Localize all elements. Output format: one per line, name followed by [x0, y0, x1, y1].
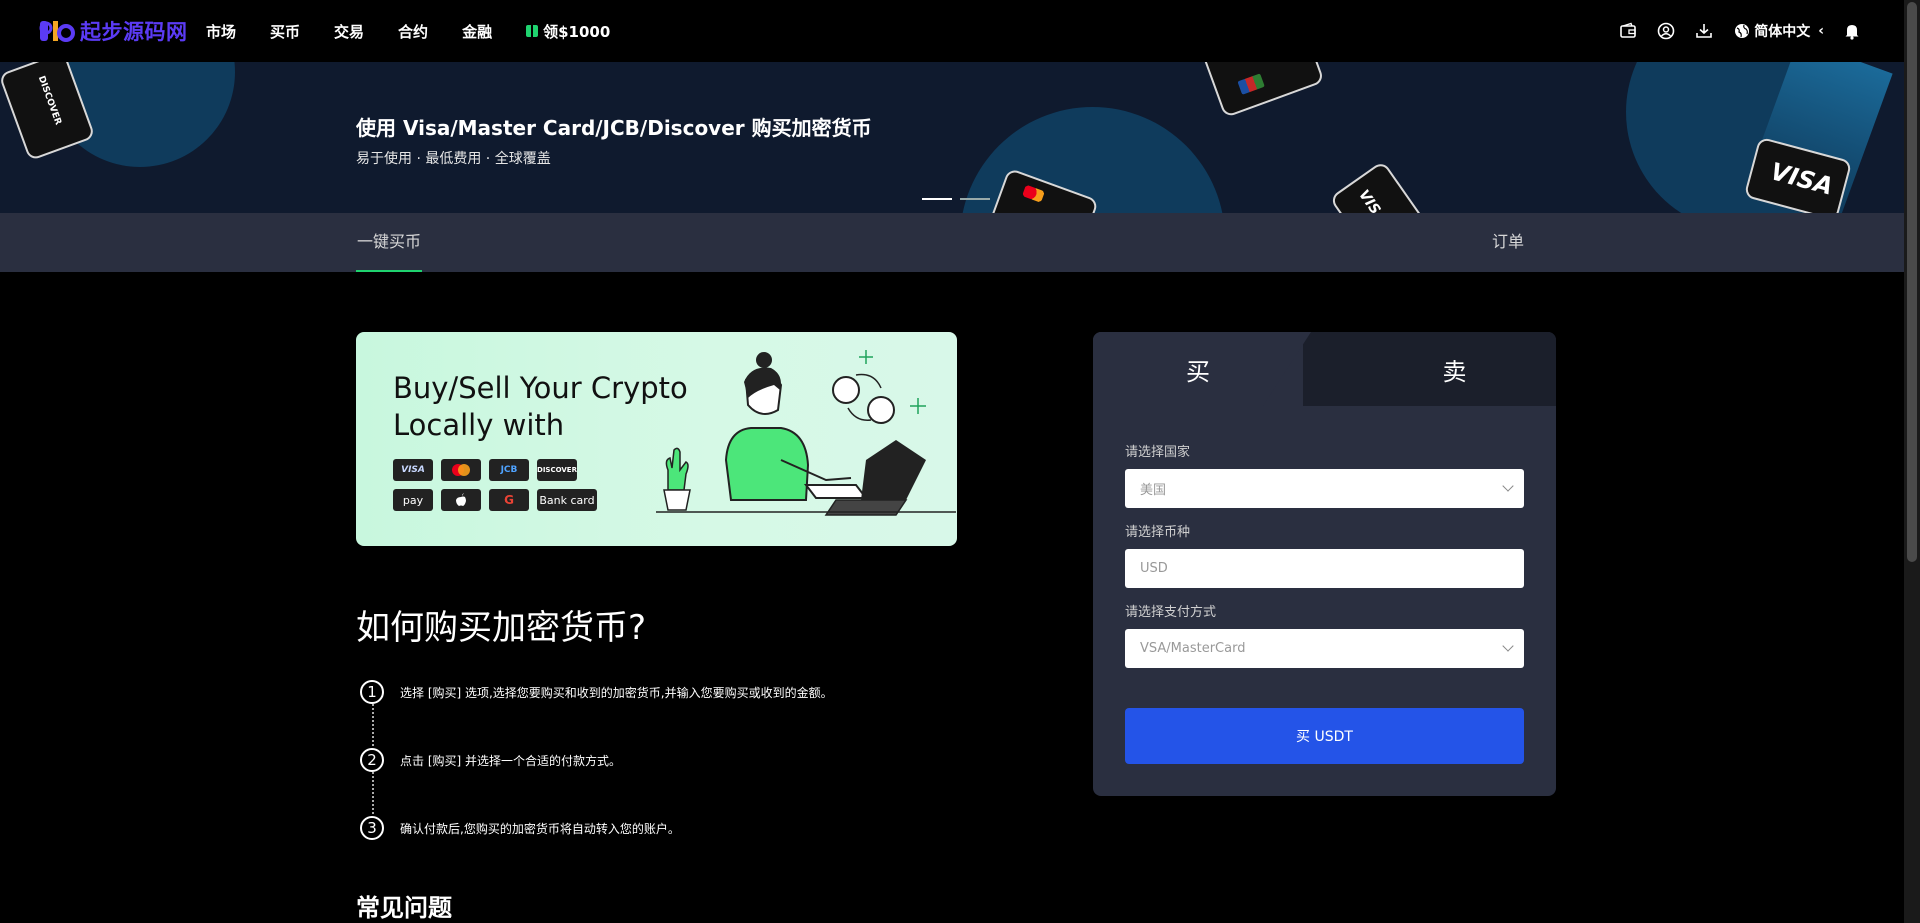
- carousel-dot[interactable]: [922, 198, 952, 200]
- tab-bar: 一键买币 订单: [0, 213, 1904, 272]
- country-value: 美国: [1140, 483, 1167, 498]
- language-selector[interactable]: 简体中文 ‹: [1734, 21, 1824, 41]
- scrollbar-thumb[interactable]: [1907, 2, 1917, 562]
- promo-title-line1: Buy/Sell Your Crypto: [393, 371, 688, 405]
- chevron-down-icon: [1502, 640, 1514, 652]
- step-number: 3: [360, 816, 384, 840]
- payment-label: 请选择支付方式: [1125, 605, 1217, 620]
- brand-name: 起步源码网: [80, 20, 188, 44]
- download-icon[interactable]: [1694, 21, 1714, 41]
- language-label: 简体中文: [1754, 24, 1811, 40]
- nav-gift-bonus[interactable]: 领$1000: [526, 21, 610, 42]
- visa-card-label: VISA: [1767, 157, 1837, 201]
- nav-right: 简体中文 ‹: [1600, 0, 1862, 62]
- google-logo: G: [489, 489, 529, 511]
- nav-buy-crypto[interactable]: 买币: [270, 21, 300, 42]
- nav-market[interactable]: 市场: [206, 21, 236, 42]
- step-connector: [372, 704, 374, 746]
- samsung-pay-logo: pay: [393, 489, 433, 511]
- promo-title-line2: Locally with: [393, 408, 565, 442]
- step-text: 点击 [购买] 并选择一个合适的付款方式。: [400, 753, 621, 768]
- tab-sell[interactable]: 卖: [1353, 332, 1556, 406]
- logo[interactable]: 起步源码网: [38, 14, 188, 48]
- main-nav: 市场 买币 交易 合约 金融 领$1000: [206, 0, 610, 62]
- payment-value: VSA/MasterCard: [1140, 641, 1246, 656]
- jcb-logo-icon: [1237, 73, 1265, 95]
- visa-card-decor-small: VISA: [1329, 160, 1429, 213]
- chevron-left-icon: ‹: [1818, 23, 1824, 39]
- step-connector: [372, 772, 374, 814]
- nav-finance[interactable]: 金融: [462, 21, 492, 42]
- mastercard-logo-icon: [1022, 184, 1045, 203]
- payment-methods: VISA JCB DISCOVER pay G Bank card: [393, 459, 597, 511]
- step-text: 确认付款后,您购买的加密货币将自动转入您的账户。: [400, 821, 680, 836]
- discover-card-label: DISCOVER: [35, 74, 63, 127]
- gift-icon: [526, 25, 539, 37]
- page-scrollbar[interactable]: [1904, 0, 1920, 923]
- step-1: 1 选择 [购买] 选项,选择您要购买和收到的加密货币,并输入您要购买或收到的金…: [360, 680, 833, 704]
- jcb-logo: JCB: [489, 459, 529, 481]
- jcb-card-decor: [1201, 62, 1325, 119]
- hero-banner: DISCOVER VISA VISA 使用 Visa/Master Card/J…: [0, 62, 1904, 213]
- tab-divider: [1263, 332, 1311, 406]
- gift-label: 领$1000: [543, 22, 611, 41]
- bank-card-logo: Bank card: [537, 489, 597, 511]
- currency-value: USD: [1140, 561, 1168, 576]
- chevron-down-icon: [1502, 480, 1514, 492]
- step-text: 选择 [购买] 选项,选择您要购买和收到的加密货币,并输入您要购买或收到的金额。: [400, 685, 833, 700]
- woman-laptop-illustration: [656, 350, 956, 516]
- banner-subtitle: 易于使用 · 最低费用 · 全球覆盖: [356, 151, 551, 167]
- country-select[interactable]: 美国: [1125, 469, 1524, 508]
- banner-title: 使用 Visa/Master Card/JCB/Discover 购买加密货币: [356, 116, 872, 140]
- visa-small-label: VISA: [1355, 187, 1390, 213]
- user-icon[interactable]: [1656, 21, 1676, 41]
- how-to-title: 如何购买加密货币?: [356, 608, 647, 648]
- discover-logo: DISCOVER: [537, 459, 577, 481]
- step-number: 2: [360, 748, 384, 772]
- step-number: 1: [360, 680, 384, 704]
- nav-contract[interactable]: 合约: [398, 21, 428, 42]
- wallet-icon[interactable]: [1618, 21, 1638, 41]
- payment-select[interactable]: VSA/MasterCard: [1125, 629, 1524, 668]
- top-nav: 起步源码网 市场 买币 交易 合约 金融 领$1000 简体中文 ‹: [0, 0, 1920, 62]
- nav-trade[interactable]: 交易: [334, 21, 364, 42]
- step-2: 2 点击 [购买] 并选择一个合适的付款方式。: [360, 748, 621, 772]
- faq-title: 常见问题: [356, 894, 452, 922]
- promo-title: Buy/Sell Your Crypto Locally with: [393, 370, 688, 444]
- step-3: 3 确认付款后,您购买的加密货币将自动转入您的账户。: [360, 816, 680, 840]
- carousel-dots: [922, 198, 998, 200]
- carousel-dot[interactable]: [960, 198, 990, 200]
- buy-usdt-button[interactable]: 买 USDT: [1125, 708, 1524, 764]
- logo-icon: [39, 21, 75, 42]
- trade-panel: 买 卖 请选择国家 美国 请选择币种 USD 请选择支付方式 VSA/Maste…: [1093, 332, 1556, 796]
- country-label: 请选择国家: [1125, 445, 1191, 460]
- mastercard-logo: [441, 459, 481, 481]
- apple-logo: [441, 489, 481, 511]
- globe-icon: [1735, 24, 1750, 38]
- promo-banner: Buy/Sell Your Crypto Locally with VISA J…: [356, 332, 957, 546]
- bell-icon[interactable]: [1842, 21, 1862, 41]
- currency-label: 请选择币种: [1125, 525, 1191, 540]
- visa-logo: VISA: [393, 459, 433, 481]
- tab-orders[interactable]: 订单: [1492, 213, 1524, 272]
- currency-input[interactable]: USD: [1125, 549, 1524, 588]
- tab-quick-buy[interactable]: 一键买币: [356, 213, 423, 272]
